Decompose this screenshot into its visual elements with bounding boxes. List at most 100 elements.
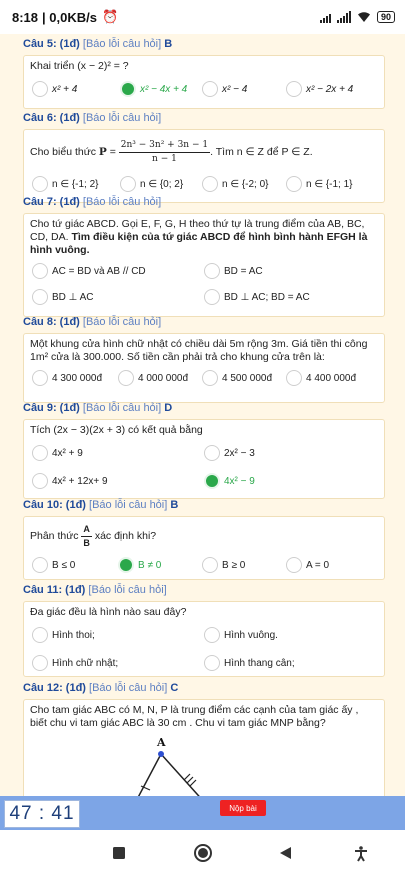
signal-icon [319,11,331,23]
option-d[interactable]: A = 0 [286,557,329,573]
option-b[interactable]: 4 000 000đ [118,370,188,386]
option-a[interactable]: AC = BD và AB // CD [32,263,146,279]
question-12: Câu 12: (1đ) [Báo lỗi câu hỏi] C Cho tam… [23,682,385,796]
radio-button-selected[interactable] [118,557,134,573]
option-c[interactable]: Hình chữ nhật; [32,655,118,671]
report-link[interactable]: [Báo lỗi câu hỏi] [89,682,167,694]
option-c[interactable]: n ∈ {-2; 0} [202,176,269,192]
option-d[interactable]: n ∈ {-1; 1} [286,176,353,192]
option-d[interactable]: 4 400 000đ [286,370,356,386]
question-stem: Phân thức A B xác định khi? [30,523,157,548]
radio-button[interactable] [202,557,218,573]
question-stem: Đa giác đều là hình nào sau đây? [30,606,187,618]
report-link[interactable]: [Báo lỗi câu hỏi] [83,316,161,328]
question-11: Câu 11: (1đ) [Báo lỗi câu hỏi] Đa giác đ… [23,584,385,677]
option-a[interactable]: Hình thoi; [32,627,95,643]
radio-button[interactable] [32,370,48,386]
report-link[interactable]: [Báo lỗi câu hỏi] [83,38,161,50]
radio-button[interactable] [32,655,48,671]
radio-button[interactable] [32,445,48,461]
submit-button[interactable]: Nộp bài [220,800,266,816]
radio-button[interactable] [202,176,218,192]
answer-key: B [170,499,179,511]
home-icon[interactable] [193,843,213,863]
option-a[interactable]: 4x² + 9 [32,445,83,461]
option-c[interactable]: x² − 4 [202,81,247,97]
option-b[interactable]: Hình vuông. [204,627,278,643]
question-6: Câu 6: (1đ) [Báo lỗi câu hỏi] Cho biểu t… [23,112,385,203]
option-a[interactable]: B ≤ 0 [32,557,75,573]
option-d[interactable]: 4x² − 9 [204,473,255,489]
radio-button[interactable] [202,370,218,386]
question-10: Câu 10: (1đ) [Báo lỗi câu hỏi] B Phân th… [23,499,385,580]
option-b[interactable]: B ≠ 0 [118,557,161,573]
option-b[interactable]: BD = AC [204,263,263,279]
figure-label-a: A [156,736,166,749]
question-stem: Cho biểu thức P = 2n³ − 3n² + 3n − 1 n −… [30,139,313,164]
report-link[interactable]: [Báo lỗi câu hỏi] [83,196,161,208]
question-label: Câu 9: (1đ) [23,402,80,414]
radio-button[interactable] [32,81,48,97]
radio-button[interactable] [286,176,302,192]
question-8: Câu 8: (1đ) [Báo lỗi câu hỏi] Một khung … [23,316,385,403]
radio-button[interactable] [118,370,134,386]
radio-button[interactable] [32,289,48,305]
option-d[interactable]: Hình thang cân; [204,655,295,671]
radio-button[interactable] [32,627,48,643]
option-a[interactable]: n ∈ {-1; 2} [32,176,99,192]
status-bar: 8:18 | 0,0KB/s ⏰ 90 [0,0,405,34]
question-label: Câu 8: (1đ) [23,316,80,328]
radio-button[interactable] [204,655,220,671]
radio-button[interactable] [204,289,220,305]
status-time: 8:18 [12,9,39,25]
accessibility-icon[interactable] [354,846,368,862]
alarm-icon: ⏰ [101,9,119,24]
question-stem: Cho tứ giác ABCD. Gọi E, F, G, H theo th… [30,218,368,256]
question-stem: Một khung cửa hình chữ nhật có chiều dài… [30,338,368,363]
report-link[interactable]: [Báo lỗi câu hỏi] [83,402,161,414]
answer-key: B [164,38,173,50]
option-d[interactable]: x² − 2x + 4 [286,81,353,97]
radio-button[interactable] [202,81,218,97]
question-7: Câu 7: (1đ) [Báo lỗi câu hỏi] Cho tứ giá… [23,196,385,317]
question-label: Câu 10: (1đ) [23,499,86,511]
radio-button[interactable] [32,473,48,489]
option-c[interactable]: BD ⊥ AC [32,289,94,305]
report-link[interactable]: [Báo lỗi câu hỏi] [89,499,167,511]
option-a[interactable]: 4 300 000đ [32,370,102,386]
radio-button[interactable] [32,263,48,279]
radio-button[interactable] [286,557,302,573]
question-stem: Tích (2x − 3)(2x + 3) có kết quả bằng [30,424,203,436]
option-b[interactable]: n ∈ {0; 2} [120,176,183,192]
back-icon[interactable] [278,846,292,860]
question-label: Câu 6: (1đ) [23,112,80,124]
question-9: Câu 9: (1đ) [Báo lỗi câu hỏi] D Tích (2x… [23,402,385,499]
option-c[interactable]: B ≥ 0 [202,557,245,573]
option-c[interactable]: 4 500 000đ [202,370,272,386]
radio-button[interactable] [286,370,302,386]
answer-key: C [170,682,179,694]
countdown-timer: 47 : 41 [4,800,80,828]
radio-button[interactable] [204,263,220,279]
signal-icon-2 [336,11,351,23]
option-a[interactable]: x² + 4 [32,81,77,97]
option-c[interactable]: 4x² + 12x+ 9 [32,473,108,489]
radio-button[interactable] [286,81,302,97]
question-stem: Khai triển (x − 2)² = ? [30,60,129,72]
radio-button[interactable] [204,627,220,643]
radio-button[interactable] [204,445,220,461]
report-link[interactable]: [Báo lỗi câu hỏi] [83,112,161,124]
radio-button[interactable] [32,557,48,573]
radio-button[interactable] [120,176,136,192]
question-label: Câu 11: (1đ) [23,584,86,596]
option-b[interactable]: 2x² − 3 [204,445,255,461]
option-b[interactable]: x² − 4x + 4 [120,81,187,97]
quiz-content[interactable]: Câu 5: (1đ) [Báo lỗi câu hỏi] B Khai tri… [0,34,405,796]
radio-button[interactable] [32,176,48,192]
option-d[interactable]: BD ⊥ AC; BD = AC [204,289,310,305]
report-link[interactable]: [Báo lỗi câu hỏi] [88,584,166,596]
question-label: Câu 7: (1đ) [23,196,80,208]
radio-button-selected[interactable] [120,81,136,97]
recent-apps-icon[interactable] [112,846,126,860]
radio-button-selected[interactable] [204,473,220,489]
